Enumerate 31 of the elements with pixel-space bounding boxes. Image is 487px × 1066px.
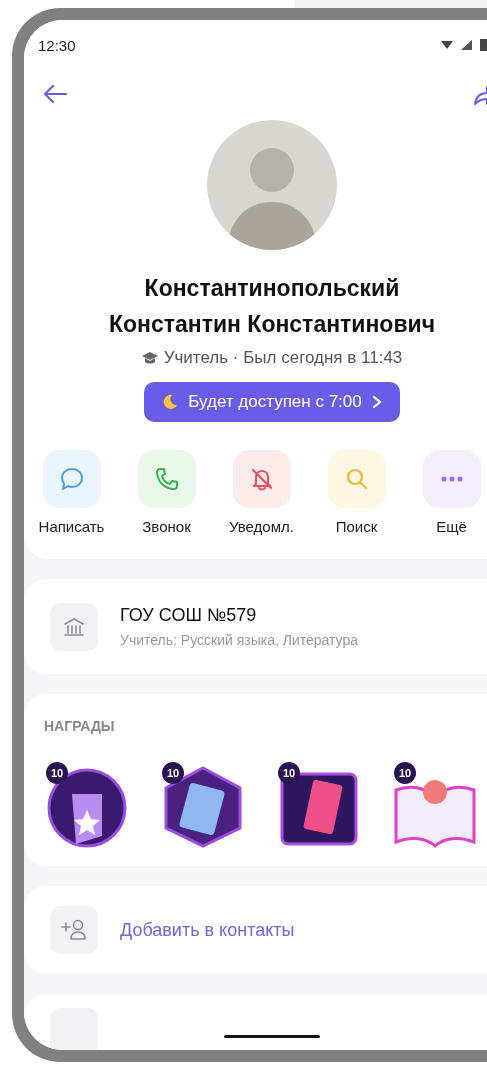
- profile-name: Константинопольский: [143, 274, 401, 303]
- organization-name: ГОУ СОШ №579: [120, 605, 258, 626]
- award-count-badge: 10: [46, 762, 68, 784]
- back-arrow-icon[interactable]: [42, 84, 68, 104]
- action-button[interactable]: Ещё: [404, 450, 487, 535]
- wifi-icon: [441, 40, 453, 50]
- awards-heading: НАГРАДЫ: [44, 718, 116, 734]
- phone-icon: [153, 466, 180, 492]
- award-count-badge: 10: [394, 762, 416, 784]
- action-button[interactable]: Звонок: [119, 450, 214, 535]
- more-dots-icon: [440, 476, 463, 482]
- organization-role: Учитель: Русский языка, Литература: [120, 632, 359, 648]
- status-time: 12:30: [38, 36, 76, 54]
- battery-icon: [480, 39, 487, 51]
- action-button[interactable]: Написать: [24, 450, 119, 535]
- institution-icon: [63, 616, 85, 637]
- graduation-cap-icon: [141, 351, 158, 365]
- signal-icon: [461, 40, 472, 50]
- action-button[interactable]: Уведомл.: [214, 450, 309, 535]
- availability-button[interactable]: Будет доступен с 7:00: [144, 382, 400, 422]
- award-count-badge: 10: [278, 762, 300, 784]
- icon-tile: [50, 1008, 98, 1050]
- chevron-right-icon: [371, 395, 382, 409]
- add-person-icon: [61, 919, 87, 941]
- award-count-badge: 10: [162, 762, 184, 784]
- add-contact-button[interactable]: Добавить в контакты: [24, 886, 487, 974]
- moon-icon: [162, 394, 179, 410]
- profile-status: Учитель · Был сегодня в 11:43: [163, 348, 403, 368]
- profile-name: Константин Константинович: [107, 310, 437, 339]
- action-button[interactable]: Поиск: [309, 450, 404, 535]
- speech-bubble-icon: [58, 466, 85, 492]
